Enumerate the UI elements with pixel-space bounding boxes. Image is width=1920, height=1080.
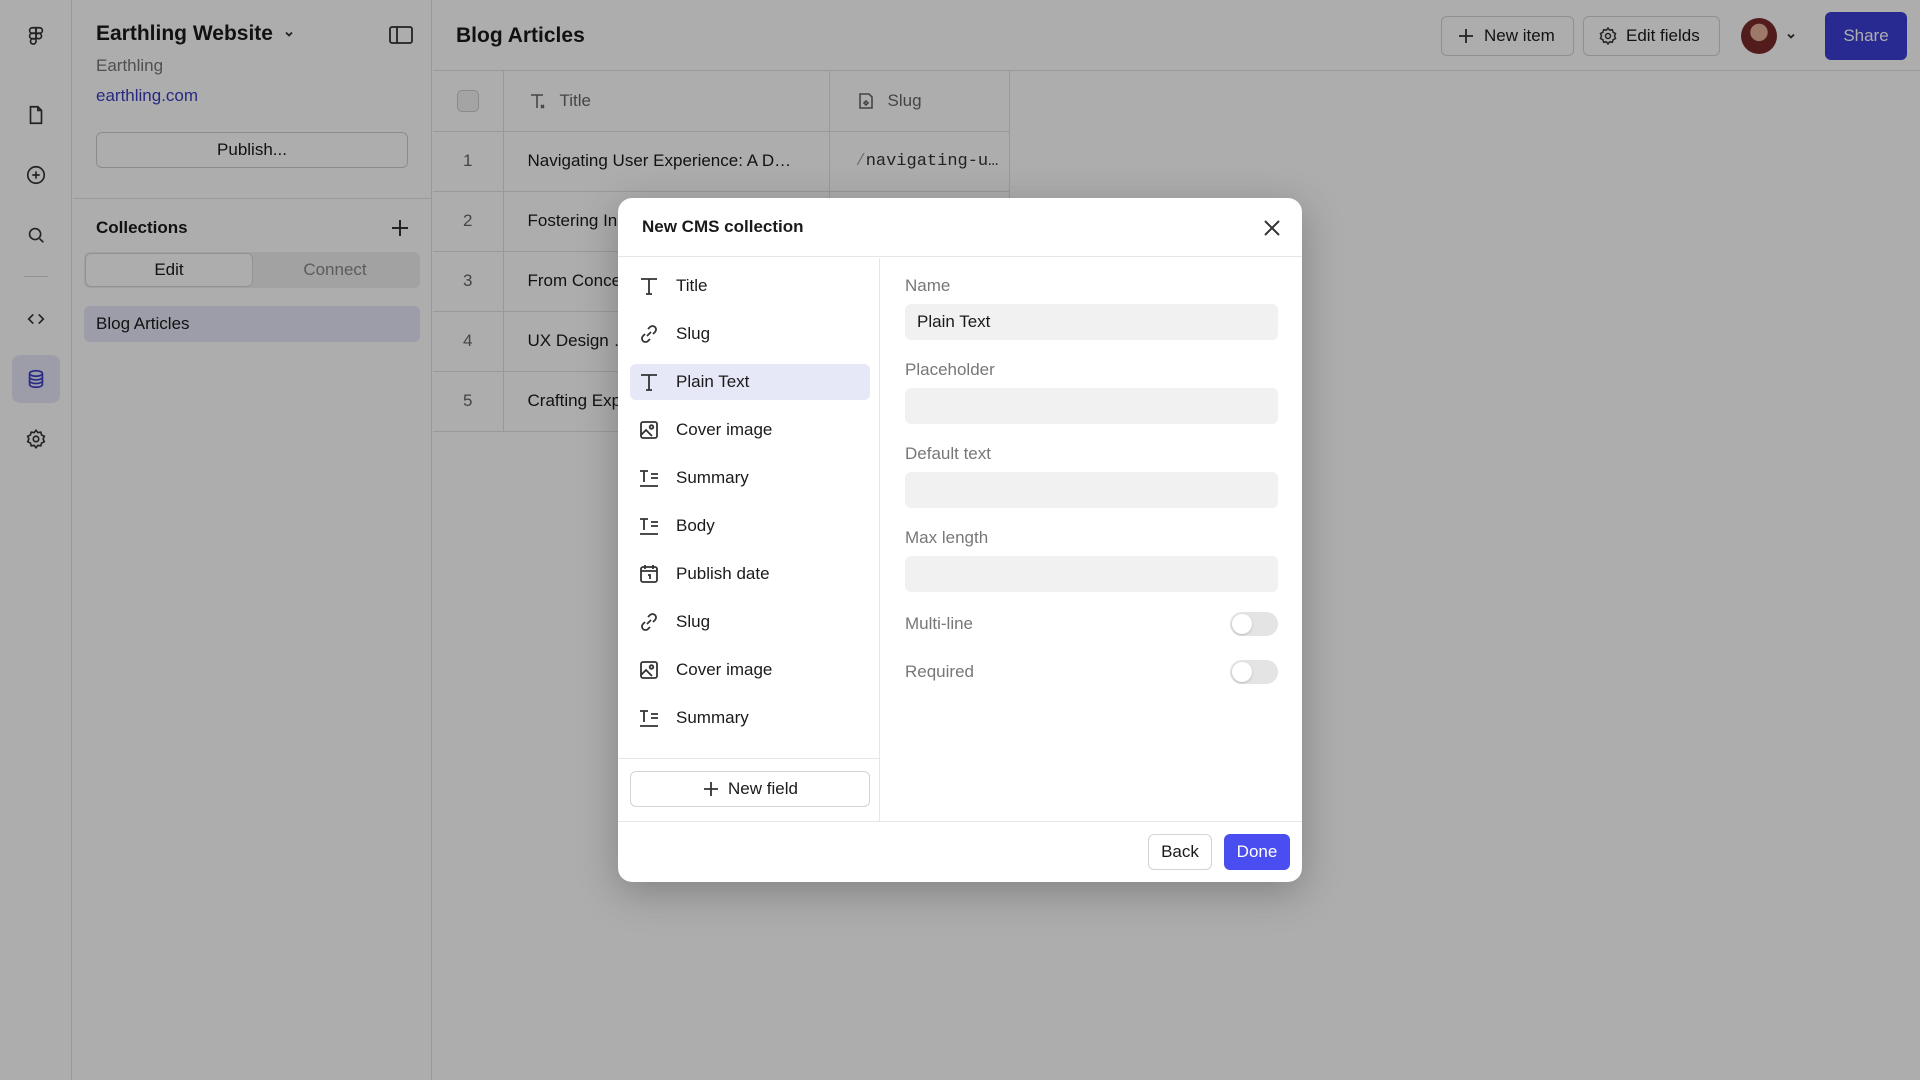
default-text-label: Default text: [905, 444, 991, 463]
field-item-label: Cover image: [676, 660, 773, 679]
field-item-label: Summary: [676, 468, 749, 487]
text-type-icon: [641, 278, 657, 295]
image-icon: [640, 661, 658, 679]
field-item-partial: [630, 748, 870, 758]
field-item-label: Publish date: [676, 564, 770, 583]
field-item-label: Slug: [676, 612, 711, 631]
required-label: Required: [905, 662, 974, 681]
dialog-header: New CMS collection: [618, 198, 1302, 257]
field-item-label: Body: [676, 516, 715, 535]
field-item-body[interactable]: Body: [630, 508, 870, 544]
field-item-cover-image[interactable]: Cover image: [630, 412, 870, 448]
link-icon: [641, 325, 657, 343]
field-item-cover-image[interactable]: Cover image: [630, 652, 870, 688]
close-icon[interactable]: [1260, 216, 1284, 240]
placeholder-label: Placeholder: [905, 360, 995, 379]
field-list-footer: New field: [618, 758, 880, 821]
text-type-icon: [641, 374, 657, 391]
placeholder-input[interactable]: [905, 388, 1278, 424]
field-item-label: Plain Text: [676, 372, 750, 391]
field-item-slug[interactable]: Slug: [630, 316, 870, 352]
new-collection-dialog: New CMS collection Title Slug Plain Text…: [618, 198, 1302, 882]
field-item-publish-date[interactable]: Publish date: [630, 556, 870, 592]
dialog-footer: Back Done: [618, 821, 1302, 882]
rich-text-icon: [640, 470, 658, 487]
done-button[interactable]: Done: [1224, 834, 1290, 870]
field-item-plain-text[interactable]: Plain Text: [630, 364, 870, 400]
field-item-label: Summary: [676, 708, 749, 727]
back-button[interactable]: Back: [1148, 834, 1212, 870]
rich-text-icon: [640, 518, 658, 535]
new-field-button[interactable]: New field: [630, 771, 870, 807]
toggle-knob: [1232, 662, 1252, 682]
plus-icon: [704, 782, 719, 796]
field-item-title[interactable]: Title: [630, 268, 870, 304]
field-settings-form: Name Plain Text Placeholder Default text…: [881, 258, 1302, 821]
max-length-input[interactable]: [905, 556, 1278, 592]
field-list: Title Slug Plain Text Cover image Summar…: [618, 258, 880, 758]
field-item-summary[interactable]: Summary: [630, 700, 870, 736]
new-field-label: New field: [728, 779, 798, 798]
default-text-input[interactable]: [905, 472, 1278, 508]
field-item-label: Title: [676, 276, 708, 295]
required-toggle[interactable]: [1230, 660, 1278, 684]
rich-text-icon: [640, 710, 658, 727]
field-item-slug[interactable]: Slug: [630, 604, 870, 640]
toggle-knob: [1232, 614, 1252, 634]
calendar-icon: [640, 565, 658, 583]
max-length-label: Max length: [905, 528, 989, 547]
name-label: Name: [905, 276, 951, 295]
link-icon: [641, 613, 657, 631]
name-input[interactable]: Plain Text: [905, 304, 1278, 340]
field-item-label: Slug: [676, 324, 711, 343]
field-item-summary[interactable]: Summary: [630, 460, 870, 496]
image-icon: [640, 421, 658, 439]
multi-line-toggle[interactable]: [1230, 612, 1278, 636]
field-item-label: Cover image: [676, 420, 773, 439]
dialog-title: New CMS collection: [642, 217, 804, 236]
multi-line-label: Multi-line: [905, 614, 974, 633]
